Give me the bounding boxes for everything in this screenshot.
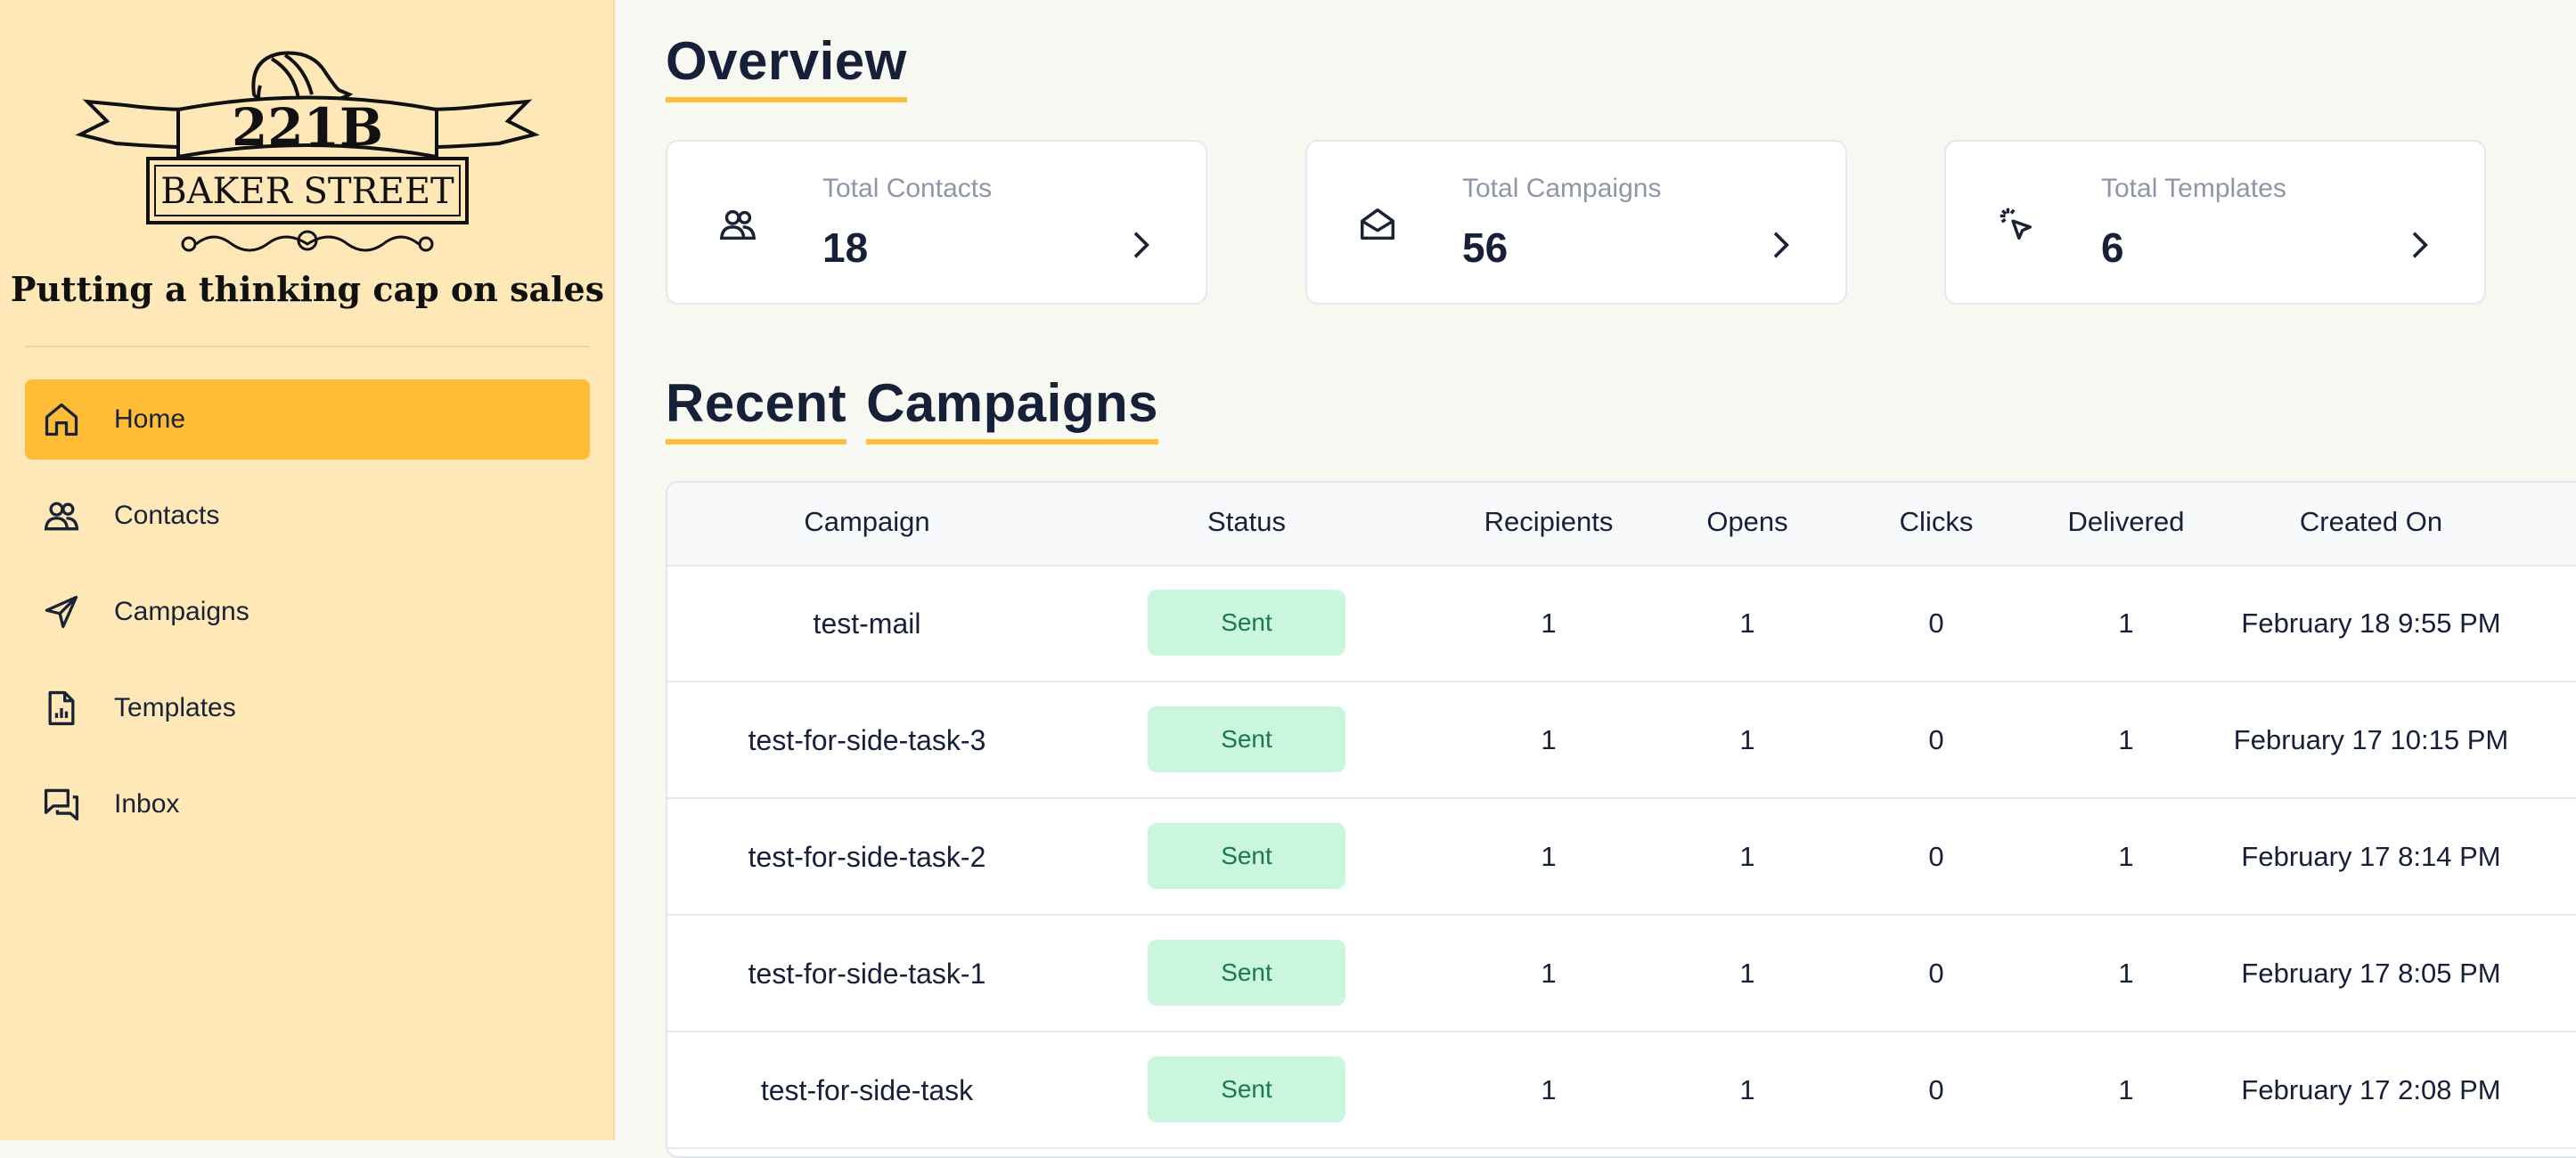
status-badge: Sent <box>1148 590 1345 656</box>
cell-recipients: 1 <box>1541 958 1557 989</box>
status-badge: Sent <box>1148 823 1345 889</box>
cell-created-on: February 17 2:08 PM <box>2241 1074 2501 1105</box>
recent-title-word: Recent <box>666 372 847 444</box>
cell-clicks: 0 <box>1928 958 1944 989</box>
column-header-clicks[interactable]: Clicks <box>1900 506 1974 538</box>
table-row[interactable]: test-mail Sent 1 1 0 1 February 18 9:55 … <box>667 565 2576 682</box>
cell-opens: 1 <box>1739 958 1755 989</box>
column-header-created-on[interactable]: Created On <box>2300 506 2442 538</box>
table-header: Campaign Status Recipients Opens Clicks … <box>667 483 2576 567</box>
brand-number: 221B <box>232 97 383 158</box>
cell-created-on: February 18 9:55 PM <box>2241 608 2501 639</box>
recent-title-word: Campaigns <box>866 372 1158 444</box>
sidebar-item-label: Home <box>114 404 186 434</box>
cell-opens: 1 <box>1739 608 1755 639</box>
cell-delivered: 1 <box>2118 1074 2134 1105</box>
tagline: Putting a thinking cap on sales <box>10 269 605 309</box>
cell-created-on: February 17 10:15 PM <box>2233 724 2509 755</box>
sidebar-nav: Home Contacts Campaigns Templates Inbox <box>25 379 590 860</box>
sidebar-divider <box>25 346 590 347</box>
status-badge: Sent <box>1148 940 1345 1006</box>
home-icon <box>41 399 82 440</box>
cell-recipients: 1 <box>1541 608 1557 639</box>
users-icon <box>719 209 756 241</box>
column-header-delivered[interactable]: Delivered <box>2068 506 2185 538</box>
column-header-status[interactable]: Status <box>1207 506 1286 538</box>
table-row[interactable]: test-for-side-task Sent 1 1 0 1 February… <box>667 1032 2576 1149</box>
cell-opens: 1 <box>1739 841 1755 872</box>
sidebar-item-campaigns[interactable]: Campaigns <box>25 572 590 652</box>
sidebar-item-inbox[interactable]: Inbox <box>25 764 590 844</box>
logo: 221B BAKER STREET <box>75 51 540 252</box>
card-value: 56 <box>1462 224 1509 271</box>
card-label: Total Templates <box>2101 174 2286 203</box>
cell-opens: 1 <box>1739 724 1755 755</box>
cell-delivered: 1 <box>2118 724 2134 755</box>
cell-created-on: February 17 8:14 PM <box>2241 841 2501 872</box>
cell-delivered: 1 <box>2118 608 2134 639</box>
overview-title: Overview <box>666 30 927 102</box>
card-value: 6 <box>2101 224 2124 271</box>
overview-title-text: Overview <box>666 30 907 102</box>
card-total-contacts[interactable]: Total Contacts 18 <box>666 140 1207 305</box>
column-header-opens[interactable]: Opens <box>1706 506 1787 538</box>
chevron-right-icon <box>1773 232 1789 258</box>
table-row[interactable]: test-for-side-task-3 Sent 1 1 0 1 Februa… <box>667 681 2576 799</box>
column-header-campaign[interactable]: Campaign <box>804 506 929 538</box>
sidebar: 221B BAKER STREET Putting a thinking cap… <box>0 0 615 1140</box>
table-row[interactable]: test-for-side-task-1 Sent 1 1 0 1 Februa… <box>667 915 2576 1032</box>
cell-campaign[interactable]: test-mail <box>814 608 921 640</box>
cell-campaign[interactable]: test-for-side-task-3 <box>748 724 986 757</box>
cell-recipients: 1 <box>1541 841 1557 872</box>
sidebar-item-label: Contacts <box>114 501 220 530</box>
card-value: 18 <box>822 224 869 271</box>
cell-campaign[interactable]: test-for-side-task <box>761 1074 973 1107</box>
card-label: Total Contacts <box>822 174 993 203</box>
chevron-right-icon <box>1133 232 1149 258</box>
sidebar-item-home[interactable]: Home <box>25 379 590 460</box>
cell-created-on: February 17 8:05 PM <box>2241 958 2501 989</box>
cell-clicks: 0 <box>1928 608 1944 639</box>
chat-icon <box>41 784 82 825</box>
recent-campaigns-title: Recent Campaigns <box>666 372 1178 444</box>
card-label: Total Campaigns <box>1462 174 1662 203</box>
campaigns-table: Campaign Status Recipients Opens Clicks … <box>666 481 2576 1158</box>
card-total-templates[interactable]: Total Templates 6 <box>1944 140 2486 305</box>
column-header-recipients[interactable]: Recipients <box>1484 506 1614 538</box>
sidebar-item-label: Inbox <box>114 789 180 819</box>
sidebar-item-label: Templates <box>114 693 236 722</box>
cell-recipients: 1 <box>1541 1074 1557 1105</box>
cell-campaign[interactable]: test-for-side-task-1 <box>748 958 986 991</box>
cell-opens: 1 <box>1739 1074 1755 1105</box>
cell-clicks: 0 <box>1928 1074 1944 1105</box>
status-badge: Sent <box>1148 1056 1345 1122</box>
file-chart-icon <box>41 688 82 729</box>
table-row[interactable]: test-for-side-task-2 Sent 1 1 0 1 Februa… <box>667 798 2576 916</box>
cell-delivered: 1 <box>2118 958 2134 989</box>
cell-clicks: 0 <box>1928 724 1944 755</box>
chevron-right-icon <box>2412 232 2428 258</box>
cell-clicks: 0 <box>1928 841 1944 872</box>
card-total-campaigns[interactable]: Total Campaigns 56 <box>1305 140 1847 305</box>
cell-campaign[interactable]: test-for-side-task-2 <box>748 841 986 874</box>
sidebar-item-templates[interactable]: Templates <box>25 668 590 748</box>
brand-street: BAKER STREET <box>160 171 454 212</box>
cursor-click-icon <box>1999 208 2032 241</box>
sidebar-item-contacts[interactable]: Contacts <box>25 476 590 556</box>
cell-recipients: 1 <box>1541 724 1557 755</box>
sidebar-item-label: Campaigns <box>114 597 249 626</box>
send-icon <box>41 591 82 632</box>
status-badge: Sent <box>1148 706 1345 772</box>
mail-open-icon <box>1361 208 1394 241</box>
cell-delivered: 1 <box>2118 841 2134 872</box>
users-icon <box>41 495 82 536</box>
